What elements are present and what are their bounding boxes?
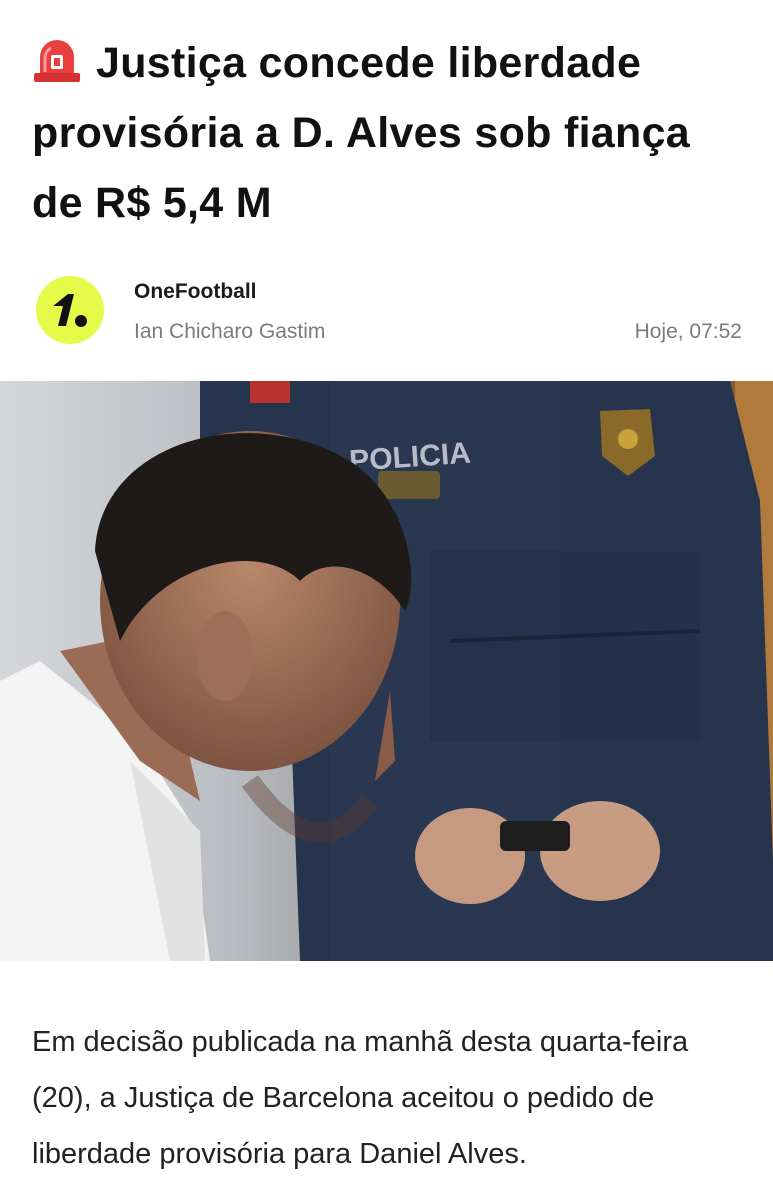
onefootball-logo-mark	[53, 294, 87, 327]
article-byline: OneFootball Ian Chicharo Gastim Hoje, 07…	[36, 276, 742, 346]
headline-text: Justiça concede liberdade provisória a D…	[32, 39, 691, 227]
publish-time: Hoje, 07:52	[634, 320, 742, 343]
article-body: Em decisão publicada na manhã desta quar…	[32, 1026, 689, 1170]
author-name[interactable]: Ian Chicharo Gastim	[134, 320, 325, 344]
photo-illustration: POLICIA	[0, 381, 773, 961]
article-headline: Justiça concede liberdade provisória a D…	[32, 28, 752, 238]
source-name[interactable]: OneFootball	[134, 280, 257, 304]
siren-icon	[34, 40, 80, 82]
article-photo: POLICIA	[0, 381, 773, 961]
onefootball-logo[interactable]	[36, 276, 104, 344]
